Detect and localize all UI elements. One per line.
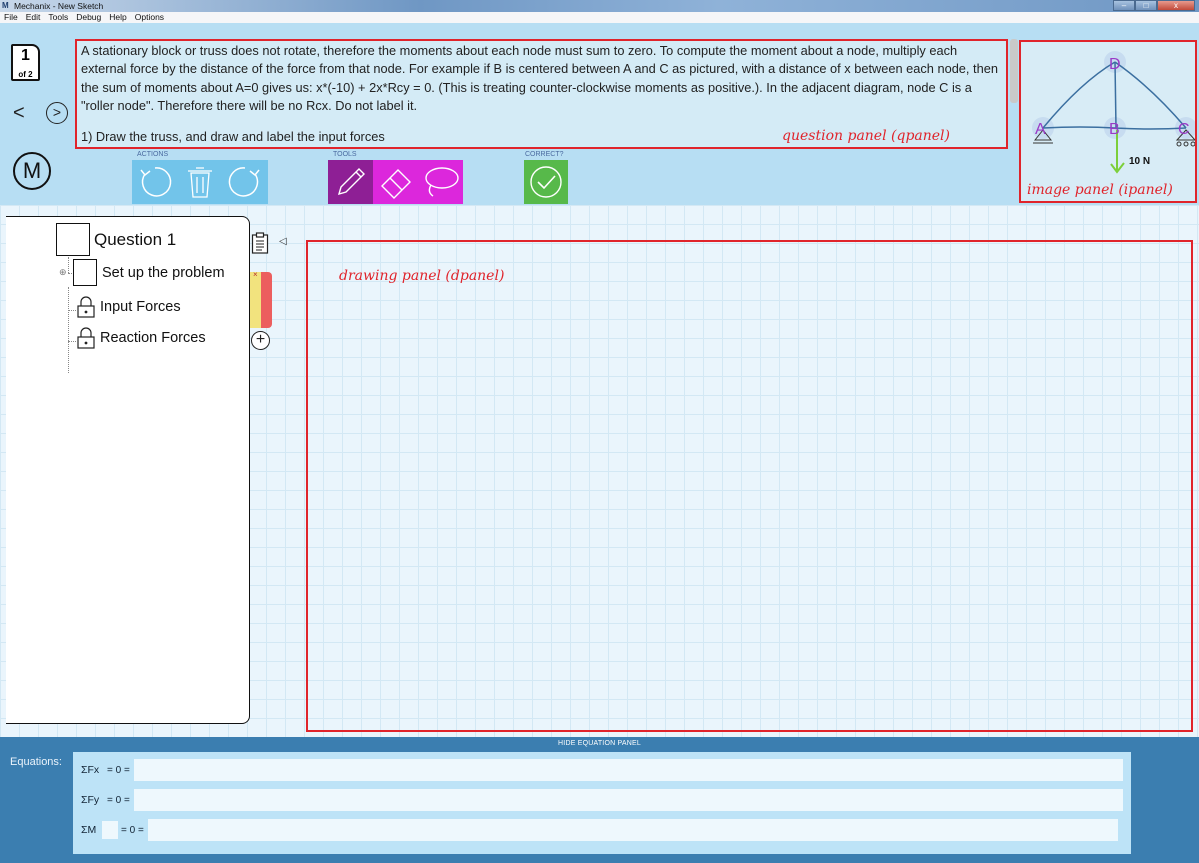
tree-question[interactable]: Question 1 <box>56 223 176 256</box>
node-d-label: D <box>1109 56 1121 73</box>
close-button[interactable]: x <box>1157 0 1195 11</box>
tree-connector <box>68 257 69 273</box>
tree-step-setup[interactable]: Set up the problem <box>73 259 225 286</box>
fy-label: ΣFy <box>81 794 100 806</box>
drawing-panel-annotation: drawing panel (dpanel) <box>339 268 505 284</box>
title-bar: M Mechanix - New Sketch – □ x <box>0 0 1199 12</box>
menu-bar: File Edit Tools Debug Help Options <box>0 12 1199 23</box>
image-panel-annotation: image panel (ipanel) <box>1027 182 1173 198</box>
hide-equation-panel-button[interactable]: HIDE EQUATION PANEL <box>0 740 1199 747</box>
menu-debug[interactable]: Debug <box>72 12 105 23</box>
fy-equation-input[interactable] <box>133 789 1123 811</box>
question-panel-annotation: question panel (qpanel) <box>782 128 950 144</box>
maximize-button[interactable]: □ <box>1135 0 1157 11</box>
step-sidebar: Question 1 ⊕ Set up the problem Input Fo… <box>6 216 250 724</box>
next-page-button[interactable]: > <box>46 102 68 124</box>
menu-edit[interactable]: Edit <box>22 12 45 23</box>
trash-icon <box>187 167 212 198</box>
equation-row-fy: ΣFy = 0 = <box>81 789 1123 811</box>
node-b-label: B <box>1109 121 1120 138</box>
app-icon: M <box>2 1 9 10</box>
question-scrollbar[interactable] <box>1010 39 1018 103</box>
clipboard-icon <box>251 232 269 254</box>
truss-diagram: D A B C 10 N <box>1032 51 1195 174</box>
question-title: Question 1 <box>94 229 177 249</box>
mechanix-logo[interactable]: M <box>13 152 51 190</box>
pencil-icon <box>337 168 365 196</box>
delete-button[interactable] <box>177 160 222 204</box>
equations-box: ΣFx = 0 = ΣFy = 0 = ΣM = 0 = <box>73 752 1131 854</box>
eraser-tool-button[interactable] <box>373 160 418 204</box>
node-a-label: A <box>1035 121 1046 138</box>
step-checkbox[interactable] <box>73 259 97 286</box>
status-x-icon: × <box>253 270 258 279</box>
actions-group-label: ACTIONS <box>137 151 169 158</box>
m-label: ΣM <box>81 824 97 836</box>
checkmark-icon <box>530 166 562 198</box>
fx-suffix: = 0 = <box>107 764 130 776</box>
lock-icon <box>77 327 95 349</box>
tools-group-label: TOOLS <box>333 151 357 158</box>
menu-tools[interactable]: Tools <box>44 12 72 23</box>
window-controls: – □ x <box>1113 0 1195 11</box>
menu-file[interactable]: File <box>0 12 22 23</box>
expand-toggle-icon[interactable]: ⊕ <box>59 267 67 278</box>
previous-page-button[interactable]: < <box>13 103 25 123</box>
page-indicator: 1 of 2 <box>11 44 40 81</box>
question-checkbox[interactable] <box>56 223 90 256</box>
add-step-button[interactable]: + <box>251 331 270 350</box>
correct-group-label: CORRECT? <box>525 151 564 158</box>
lock-icon <box>77 296 95 318</box>
drawing-panel[interactable]: drawing panel (dpanel) <box>306 240 1193 732</box>
equation-panel: HIDE EQUATION PANEL Equations: ΣFx = 0 =… <box>0 737 1199 863</box>
node-c-label: C <box>1178 121 1190 138</box>
eraser-icon <box>380 169 411 199</box>
step-title: Set up the problem <box>102 264 225 281</box>
menu-help[interactable]: Help <box>105 12 130 23</box>
redo-button[interactable] <box>222 160 267 204</box>
undo-button[interactable] <box>132 160 177 204</box>
menu-options[interactable]: Options <box>131 12 168 23</box>
check-answer-button[interactable] <box>524 160 568 204</box>
input-forces-label: Input Forces <box>100 299 181 315</box>
lasso-icon <box>424 167 459 197</box>
clipboard-button[interactable] <box>251 232 269 254</box>
redo-icon <box>228 167 260 197</box>
equations-label: Equations: <box>10 756 62 768</box>
image-panel: D A B C 10 N image panel (ipanel) <box>1019 40 1197 203</box>
minimize-button[interactable]: – <box>1113 0 1135 11</box>
question-text: A stationary block or truss does not rot… <box>81 43 998 114</box>
tools-group <box>328 160 463 204</box>
page-number: 1 <box>21 47 30 64</box>
question-panel: A stationary block or truss does not rot… <box>75 39 1008 149</box>
tree-connector <box>68 310 76 311</box>
step-status-indicator: × <box>250 270 272 328</box>
window-title: Mechanix - New Sketch <box>14 1 104 11</box>
undo-icon <box>139 167 171 197</box>
force-label: 10 N <box>1129 156 1150 167</box>
collapse-sidebar-icon[interactable]: ◁ <box>279 236 287 247</box>
m-equation-input[interactable] <box>147 819 1118 841</box>
fy-suffix: = 0 = <box>107 794 130 806</box>
fx-label: ΣFx <box>81 764 100 776</box>
m-suffix: = 0 = <box>121 824 144 836</box>
equation-row-m: ΣM = 0 = <box>81 819 1118 841</box>
moment-node-input[interactable] <box>102 821 118 839</box>
pen-tool-button[interactable] <box>328 160 373 204</box>
actions-group <box>132 160 268 204</box>
lasso-tool-button[interactable] <box>418 160 463 204</box>
tree-item-input-forces[interactable]: Input Forces <box>76 296 181 318</box>
page-total: of 2 <box>18 70 33 79</box>
tree-connector <box>68 287 69 373</box>
reaction-forces-label: Reaction Forces <box>100 330 206 346</box>
fx-equation-input[interactable] <box>133 759 1123 781</box>
tree-item-reaction-forces[interactable]: Reaction Forces <box>76 327 206 349</box>
equation-row-fx: ΣFx = 0 = <box>81 759 1123 781</box>
tree-connector <box>68 341 76 342</box>
